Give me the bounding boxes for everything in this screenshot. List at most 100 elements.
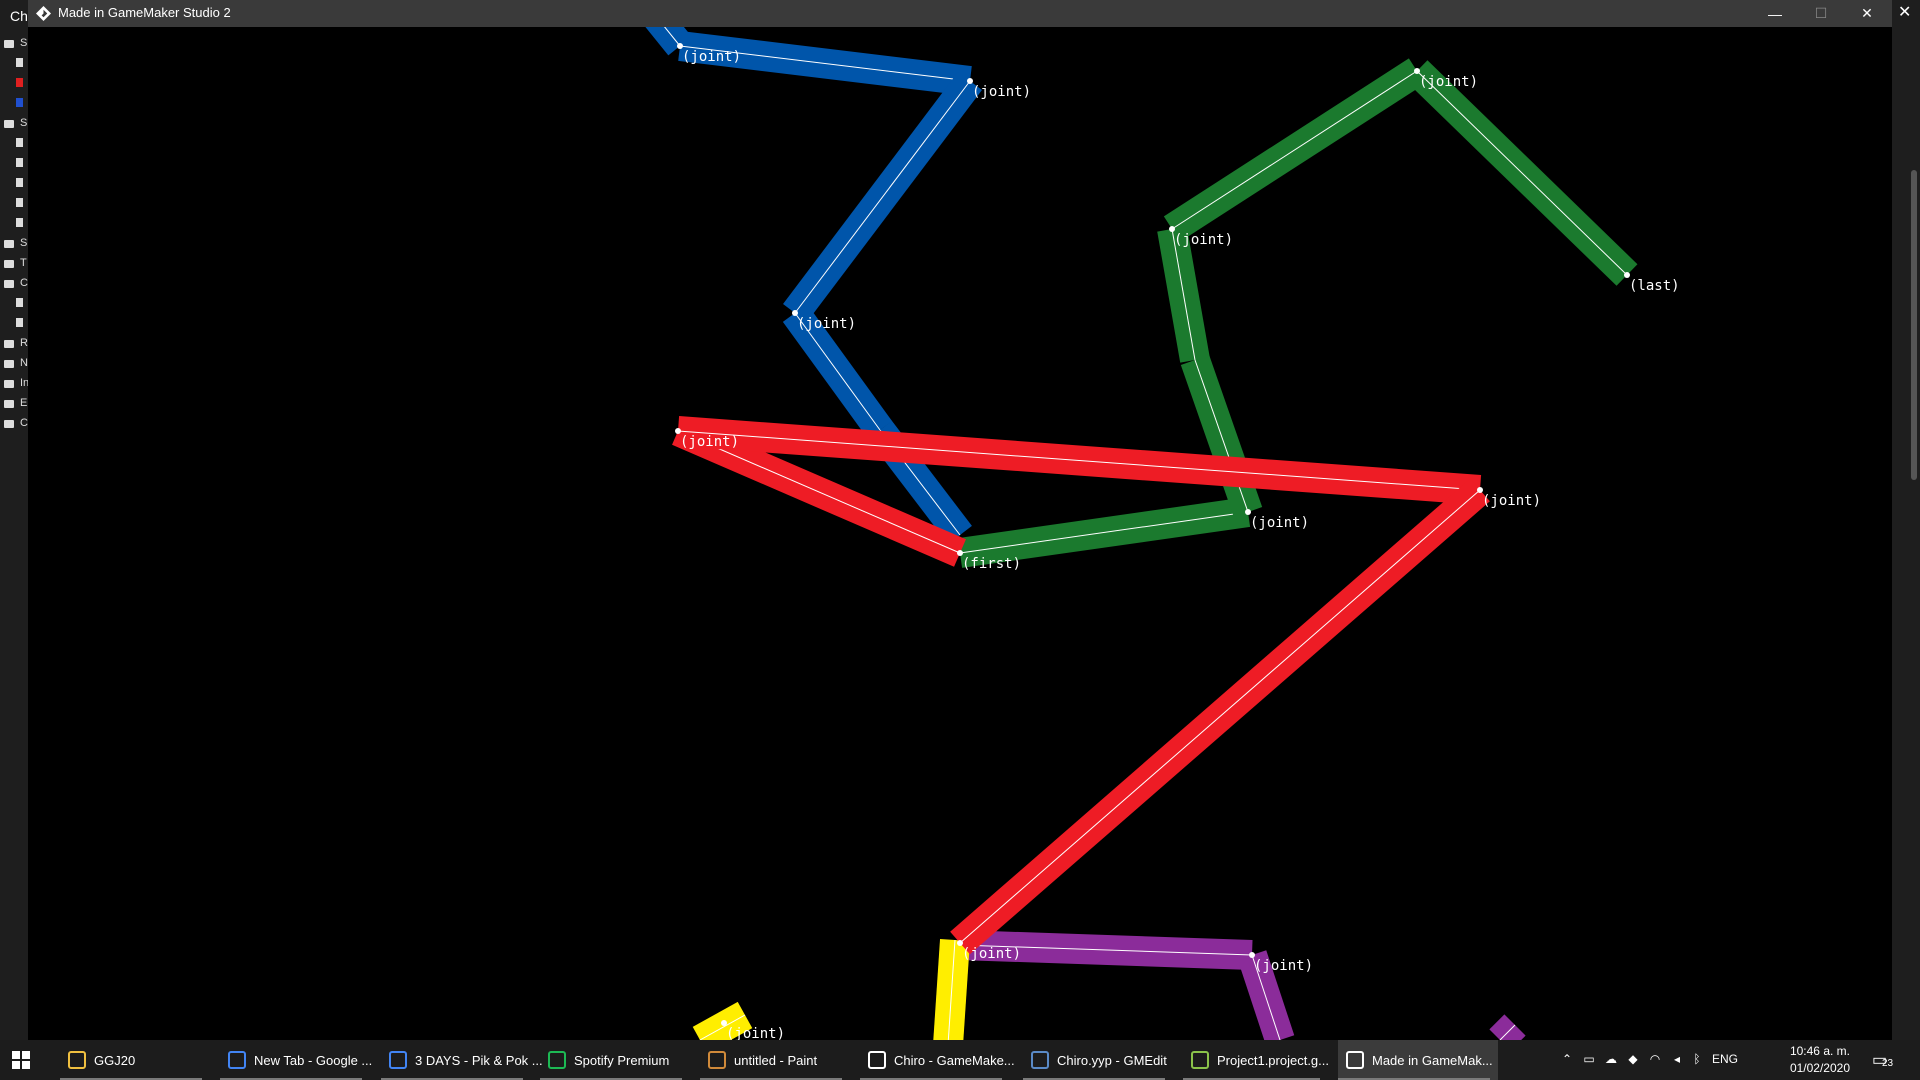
taskbar-item-label: Chiro - GameMake...: [894, 1052, 1015, 1068]
clock[interactable]: 10:46 a. m. 01/02/2020: [1756, 1043, 1850, 1077]
gamemaker-icon: [1346, 1051, 1364, 1069]
bluetooth-icon[interactable]: ᛒ: [1690, 1052, 1704, 1066]
tree-folder[interactable]: In: [4, 377, 28, 392]
taskbar-item-label: 3 DAYS - Pik & Pok ...: [415, 1052, 543, 1068]
tree-folder[interactable]: C: [4, 417, 28, 432]
tree-folder[interactable]: R: [4, 337, 28, 352]
tree-folder[interactable]: S: [4, 237, 28, 252]
tree-folder-label: S: [20, 117, 28, 129]
maximize-button[interactable]: ☐: [1798, 0, 1844, 27]
game-window[interactable]: Made in GameMaker Studio 2 — ☐ ✕ (joint)…: [28, 0, 1892, 1040]
notifications-button[interactable]: ▭ 23: [1872, 1048, 1894, 1070]
tree-file-icon: [16, 78, 23, 87]
gamemaker-icon: [36, 6, 51, 21]
tree-folder[interactable]: T: [4, 257, 28, 272]
purple-limb-segment: [1489, 1014, 1526, 1040]
ragdoll-scene: (joint) (joint) (joint) (joint) (first) (join…: [645, 27, 1680, 1040]
taskbar-item[interactable]: 3 DAYS - Pik & Pok ...: [381, 1040, 543, 1080]
language-indicator[interactable]: ENG: [1712, 1052, 1738, 1066]
joint-label: (joint): [1254, 958, 1313, 974]
taskbar-item[interactable]: untitled - Paint: [700, 1040, 850, 1080]
windows-start-icon: [12, 1051, 30, 1069]
notification-count: 23: [1882, 1058, 1894, 1069]
tree-folder-label: C: [20, 417, 28, 429]
taskbar-item[interactable]: Chiro.yyp - GMEdit: [1023, 1040, 1173, 1080]
tree-file-icon: [16, 98, 23, 107]
joint-label: (joint): [972, 84, 1031, 100]
window-title: Made in GameMaker Studio 2: [58, 5, 231, 20]
taskbar-item-label: Chiro.yyp - GMEdit: [1057, 1052, 1167, 1068]
joint-label: (joint): [1419, 74, 1478, 90]
taskbar-item[interactable]: Made in GameMak...: [1338, 1040, 1498, 1080]
gamemaker-alt-icon: [1191, 1051, 1209, 1069]
taskbar-item[interactable]: Spotify Premium: [540, 1040, 690, 1080]
taskbar-item[interactable]: New Tab - Google ...: [220, 1040, 373, 1080]
tree-file-icon: [16, 138, 23, 147]
close-button[interactable]: ✕: [1844, 0, 1890, 27]
folder-icon: [4, 420, 14, 428]
joint-label: (joint): [1482, 493, 1541, 509]
folder-icon: [4, 360, 14, 368]
window-titlebar[interactable]: Made in GameMaker Studio 2 — ☐ ✕: [28, 0, 1892, 27]
tree-folder-label: S: [20, 37, 28, 49]
tree-folder[interactable]: S: [4, 117, 28, 132]
gmedit-icon: [1031, 1051, 1049, 1069]
battery-icon[interactable]: ▭: [1582, 1052, 1596, 1066]
tree-file-icon: [16, 218, 23, 227]
system-tray: ⌃ ▭ ☁ ◆ ◠ ◂ ᛒ ENG 10:46 a. m. 01/02/2020…: [1560, 1040, 1920, 1080]
folder-icon: [4, 400, 14, 408]
chrome-icon: [389, 1051, 407, 1069]
tree-file-icon: [16, 178, 23, 187]
tree-folder-label: E: [20, 397, 28, 409]
clock-time: 10:46 a. m.: [1789, 1044, 1850, 1058]
tree-folder-label: N: [20, 357, 28, 369]
joint-label: (joint): [797, 316, 856, 332]
joint-link-line: [1171, 70, 1418, 230]
tree-folder[interactable]: S: [4, 37, 28, 52]
dropbox-icon[interactable]: ◆: [1626, 1052, 1640, 1066]
tree-folder-label: T: [20, 257, 27, 269]
joint-label: (joint): [726, 1026, 785, 1040]
joint-label: (joint): [682, 49, 741, 65]
taskbar-item[interactable]: GGJ20: [60, 1040, 210, 1080]
start-button[interactable]: [12, 1040, 36, 1080]
tree-folder[interactable]: N: [4, 357, 28, 372]
volume-icon[interactable]: ◂: [1670, 1052, 1684, 1066]
folder-icon: [4, 340, 14, 348]
taskbar-item-label: New Tab - Google ...: [254, 1052, 373, 1068]
taskbar-item[interactable]: Chiro - GameMake...: [860, 1040, 1015, 1080]
editor-close-icon[interactable]: ✕: [1898, 2, 1911, 22]
tree-folder-label: S: [20, 237, 28, 249]
windows-taskbar: GGJ20 New Tab - Google ... 3 DAYS - Pik & …: [0, 1040, 1920, 1080]
taskbar-item-label: Made in GameMak...: [1372, 1052, 1493, 1068]
tree-folder[interactable]: C: [4, 277, 28, 292]
scrollbar-thumb[interactable]: [1911, 170, 1917, 480]
tree-file-icon: [16, 158, 23, 167]
taskbar-item[interactable]: Project1.project.g...: [1183, 1040, 1329, 1080]
joint-label: (joint): [1174, 232, 1233, 248]
folder-icon: [4, 240, 14, 248]
tree-folder[interactable]: E: [4, 397, 28, 412]
cloud-icon[interactable]: ☁: [1604, 1052, 1618, 1066]
taskbar-item-label: Spotify Premium: [574, 1052, 670, 1068]
joint-link-line: [1194, 359, 1249, 513]
folder-icon: [4, 40, 14, 48]
joint-label: (joint): [962, 946, 1021, 962]
wifi-icon[interactable]: ◠: [1648, 1052, 1662, 1066]
game-canvas[interactable]: (joint) (joint) (joint) (joint) (first) (join…: [28, 27, 1892, 1040]
tree-folder-label: R: [20, 337, 28, 349]
minimize-button[interactable]: —: [1752, 0, 1798, 27]
clock-date: 01/02/2020: [1789, 1061, 1850, 1075]
folder-icon: [4, 260, 14, 268]
chevron-up-icon[interactable]: ⌃: [1560, 1052, 1574, 1066]
taskbar-item-label: Project1.project.g...: [1217, 1052, 1329, 1068]
tree-file-icon: [16, 318, 23, 327]
folder-icon: [4, 280, 14, 288]
folder-icon: [4, 120, 14, 128]
last-label: (last): [1629, 278, 1680, 294]
chrome-icon: [228, 1051, 246, 1069]
folder-icon: [4, 380, 14, 388]
gamemaker-icon: [868, 1051, 886, 1069]
joint-link-line: [794, 80, 971, 314]
background-editor-panel: Ch S S S T C R N In E C: [0, 0, 28, 1040]
